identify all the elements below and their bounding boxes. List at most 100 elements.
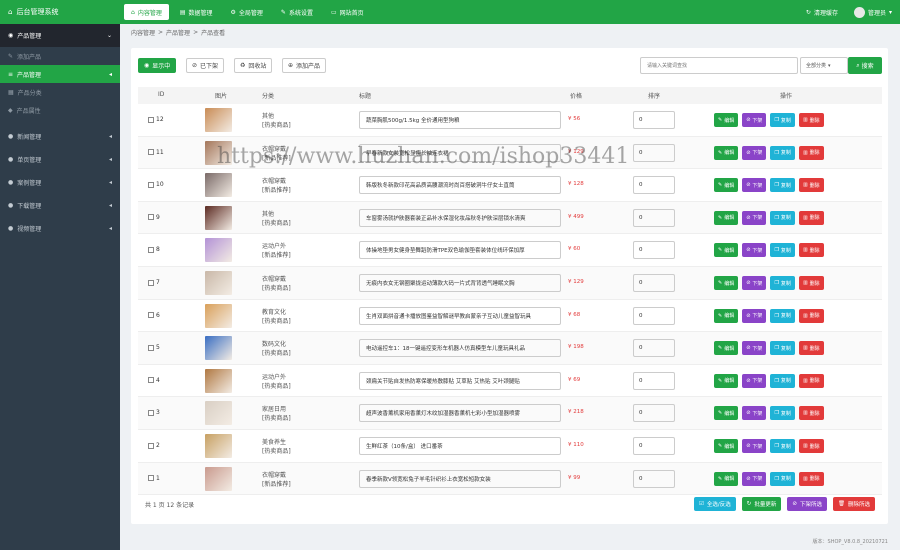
sidebar-item-product-manage[interactable]: ≡ 产品管理 ◂ bbox=[0, 65, 120, 83]
row-select[interactable]: 2 bbox=[148, 442, 160, 449]
edit-button[interactable]: ✎ 编辑 bbox=[714, 243, 739, 258]
sort-input[interactable]: 0 bbox=[633, 404, 675, 423]
breadcrumb-item[interactable]: 内容管理 bbox=[131, 28, 155, 37]
copy-button[interactable]: ❐ 复制 bbox=[770, 276, 795, 290]
sort-input[interactable]: 0 bbox=[633, 437, 675, 455]
edit-button[interactable]: ✎ 编辑 bbox=[714, 439, 739, 453]
title-input[interactable]: 春季新款V领宽松兔子羊毛针织衫上衣宽松短款女装 bbox=[359, 469, 561, 488]
title-input[interactable]: 韩版秋冬新款印花高品质高腰潮流时尚百搭破洞牛仔女士直筒 bbox=[359, 176, 561, 195]
sidebar-group-product[interactable]: ◉ 产品管理 ⌄ bbox=[0, 24, 120, 47]
topnav-content[interactable]: ⌂ 内容管理 bbox=[124, 4, 169, 20]
sort-input[interactable]: 0 bbox=[633, 339, 675, 358]
copy-button[interactable]: ❐ 复制 bbox=[770, 145, 795, 160]
row-checkbox[interactable] bbox=[148, 409, 154, 416]
row-select[interactable]: 3 bbox=[148, 409, 160, 416]
bulk-off-shelf-button[interactable]: ⊘ 下架所选 bbox=[787, 497, 827, 511]
off-shelf-button[interactable]: ⊘ 下架 bbox=[742, 373, 767, 388]
row-checkbox[interactable] bbox=[148, 214, 154, 221]
title-input[interactable]: 蔬菜胸肌500g/1.5kg 全价通用型狗粮 bbox=[359, 111, 561, 129]
sort-input[interactable]: 0 bbox=[633, 274, 675, 292]
row-select[interactable]: 7 bbox=[148, 279, 160, 286]
row-checkbox[interactable] bbox=[148, 246, 154, 253]
edit-button[interactable]: ✎ 编辑 bbox=[714, 113, 739, 127]
delete-button[interactable]: ▥ 删除 bbox=[798, 113, 824, 127]
row-checkbox[interactable] bbox=[148, 344, 154, 351]
add-product-button[interactable]: ⊕ 添加产品 bbox=[282, 58, 327, 73]
title-input[interactable]: 车窗雾汤就护肤器套装正品补水保湿化妆品秋冬护肤深层锁水清爽 bbox=[359, 208, 561, 227]
sort-input[interactable]: 0 bbox=[633, 469, 675, 488]
copy-button[interactable]: ❐ 复制 bbox=[770, 308, 795, 323]
title-input[interactable]: 颈扁关节贴自发热防寒保暖热敷膝贴 艾草贴 艾热贴 艾叶颈腿贴 bbox=[359, 371, 561, 390]
delete-button[interactable]: ▥ 删除 bbox=[798, 308, 824, 323]
row-checkbox[interactable] bbox=[148, 377, 154, 384]
search-input[interactable] bbox=[640, 57, 798, 74]
sort-input[interactable]: 0 bbox=[633, 306, 675, 325]
sidebar-group-video[interactable]: ● 视频管理 ◂ bbox=[0, 217, 120, 240]
sidebar-group-page[interactable]: ● 单页管理 ◂ bbox=[0, 148, 120, 171]
edit-button[interactable]: ✎ 编辑 bbox=[714, 308, 739, 323]
row-checkbox[interactable] bbox=[148, 116, 154, 123]
edit-button[interactable]: ✎ 编辑 bbox=[714, 276, 739, 290]
off-shelf-button[interactable]: ⊘ 下架 bbox=[742, 308, 767, 323]
show-all-button[interactable]: ◉ 显示中 bbox=[138, 58, 177, 73]
off-shelf-button[interactable]: ⊘ 下架 bbox=[742, 145, 767, 160]
category-select[interactable]: 全部分类 ▾ bbox=[800, 57, 848, 74]
edit-button[interactable]: ✎ 编辑 bbox=[714, 210, 739, 225]
copy-button[interactable]: ❐ 复制 bbox=[770, 178, 795, 193]
recycle-button[interactable]: ♻ 回收站 bbox=[234, 58, 273, 73]
row-select[interactable]: 4 bbox=[148, 377, 160, 384]
clear-cache-button[interactable]: ↻ 清理缓存 bbox=[806, 8, 838, 17]
bulk-delete-button[interactable]: 🗑 删除所选 bbox=[833, 497, 875, 511]
edit-button[interactable]: ✎ 编辑 bbox=[714, 406, 739, 421]
row-checkbox[interactable] bbox=[148, 279, 154, 286]
off-shelf-button[interactable]: ⊘ 下架 bbox=[742, 471, 767, 486]
edit-button[interactable]: ✎ 编辑 bbox=[714, 178, 739, 193]
off-shelf-button[interactable]: ⊘ 下架 bbox=[742, 276, 767, 290]
sort-input[interactable]: 0 bbox=[633, 111, 675, 129]
sort-input[interactable]: 0 bbox=[633, 176, 675, 195]
copy-button[interactable]: ❐ 复制 bbox=[770, 243, 795, 258]
edit-button[interactable]: ✎ 编辑 bbox=[714, 471, 739, 486]
sidebar-item-product-attr[interactable]: ◆ 产品属性 bbox=[0, 101, 120, 119]
sidebar-group-case[interactable]: ● 案例管理 ◂ bbox=[0, 171, 120, 194]
topnav-site[interactable]: ▭ 网站首页 bbox=[324, 4, 371, 20]
sidebar-item-product-category[interactable]: ▦ 产品分类 bbox=[0, 83, 120, 101]
delete-button[interactable]: ▥ 删除 bbox=[798, 145, 824, 160]
row-select[interactable]: 5 bbox=[148, 344, 160, 351]
row-checkbox[interactable] bbox=[148, 149, 154, 156]
row-checkbox[interactable] bbox=[148, 312, 154, 319]
row-select[interactable]: 10 bbox=[148, 181, 164, 188]
copy-button[interactable]: ❐ 复制 bbox=[770, 113, 795, 127]
row-checkbox[interactable] bbox=[148, 181, 154, 188]
topnav-data[interactable]: ▤ 数据管理 bbox=[173, 4, 220, 20]
title-input[interactable]: 生鲜红茶（10条/盒） 进口番茶 bbox=[359, 437, 561, 455]
off-shelf-button[interactable]: ⊘ 下架 bbox=[742, 406, 767, 421]
sidebar-group-news[interactable]: ● 新闻管理 ◂ bbox=[0, 125, 120, 148]
topnav-system[interactable]: ✎ 系统设置 bbox=[274, 4, 320, 20]
row-select[interactable]: 8 bbox=[148, 246, 160, 253]
bulk-update-button[interactable]: ↻ 批量更新 bbox=[741, 497, 782, 511]
delete-button[interactable]: ▥ 删除 bbox=[798, 178, 824, 193]
search-button[interactable]: ⌕ 搜索 bbox=[848, 57, 882, 74]
delete-button[interactable]: ▥ 删除 bbox=[798, 243, 824, 258]
row-select[interactable]: 6 bbox=[148, 312, 160, 319]
edit-button[interactable]: ✎ 编辑 bbox=[714, 145, 739, 160]
title-input[interactable]: 无痕内衣女无钢圈聚拢运动薄款大码一片式背背透气睡眠文胸 bbox=[359, 274, 561, 292]
off-shelf-button[interactable]: ⊘ 下架 bbox=[742, 439, 767, 453]
title-input[interactable]: 超声波香薰机家用香薰灯木纹加湿器香薰机七彩小型加湿器喷雾 bbox=[359, 404, 561, 423]
delete-button[interactable]: ▥ 删除 bbox=[798, 276, 824, 290]
row-checkbox[interactable] bbox=[148, 442, 154, 449]
off-shelf-button[interactable]: ⊘ 下架 bbox=[742, 178, 767, 193]
delete-button[interactable]: ▥ 删除 bbox=[798, 341, 824, 356]
copy-button[interactable]: ❐ 复制 bbox=[770, 210, 795, 225]
breadcrumb-item[interactable]: 产品管理 bbox=[166, 28, 190, 37]
row-select[interactable]: 12 bbox=[148, 116, 164, 123]
edit-button[interactable]: ✎ 编辑 bbox=[714, 341, 739, 356]
off-shelf-button[interactable]: ⊘ 已下架 bbox=[186, 58, 225, 73]
sidebar-group-download[interactable]: ● 下载管理 ◂ bbox=[0, 194, 120, 217]
sort-input[interactable]: 0 bbox=[633, 371, 675, 390]
sort-input[interactable]: 0 bbox=[633, 208, 675, 227]
topnav-global[interactable]: ⚙ 全局管理 bbox=[224, 4, 270, 20]
copy-button[interactable]: ❐ 复制 bbox=[770, 471, 795, 486]
copy-button[interactable]: ❐ 复制 bbox=[770, 439, 795, 453]
